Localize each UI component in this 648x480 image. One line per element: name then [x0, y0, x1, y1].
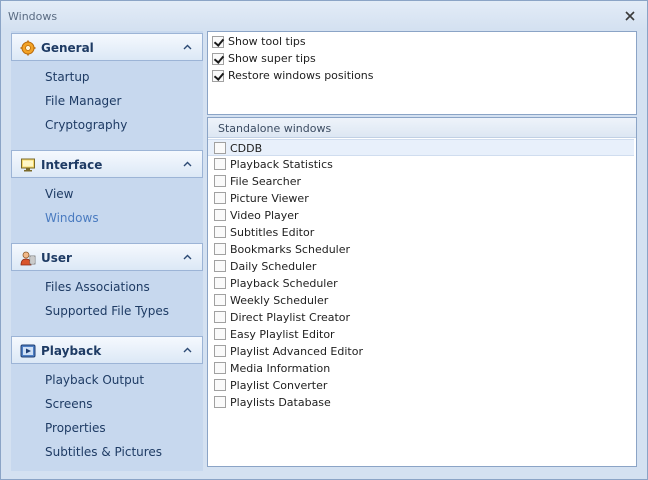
option-label: Show super tips: [228, 52, 316, 65]
checkbox[interactable]: [214, 328, 226, 340]
list-item[interactable]: File Searcher: [208, 173, 634, 190]
user-icon: [20, 251, 36, 266]
checkbox[interactable]: [214, 209, 226, 221]
checkbox[interactable]: [214, 260, 226, 272]
option-label: Show tool tips: [228, 35, 306, 48]
checkbox[interactable]: [214, 158, 226, 170]
gear-icon: [20, 40, 36, 56]
list-item[interactable]: Picture Viewer: [208, 190, 634, 207]
checkbox[interactable]: [214, 379, 226, 391]
chevron-up-icon[interactable]: [183, 254, 192, 260]
list-item-label: Playlist Converter: [230, 379, 328, 392]
list-item[interactable]: Subtitles Editor: [208, 224, 634, 241]
list-item[interactable]: Weekly Scheduler: [208, 292, 634, 309]
close-icon[interactable]: [623, 9, 637, 23]
checkbox[interactable]: [212, 53, 224, 65]
list-item[interactable]: Daily Scheduler: [208, 258, 634, 275]
checkbox[interactable]: [214, 175, 226, 187]
sidebar-item-cryptography[interactable]: Cryptography: [45, 118, 127, 134]
checkbox[interactable]: [214, 311, 226, 323]
list-item[interactable]: Easy Playlist Editor: [208, 326, 634, 343]
checkbox[interactable]: [214, 142, 226, 154]
list-item[interactable]: CDDB: [208, 139, 634, 156]
sidebar-item-playback-output[interactable]: Playback Output: [45, 373, 144, 389]
general-options-panel: Show tool tips Show super tips Restore w…: [207, 31, 637, 115]
sidebar-item-subtitles-pictures[interactable]: Subtitles & Pictures: [45, 445, 162, 461]
standalone-windows-panel: Standalone windows CDDB Playback Statist…: [207, 117, 637, 467]
group-user-label: User: [41, 251, 72, 265]
checkbox[interactable]: [214, 396, 226, 408]
list-item[interactable]: Playback Scheduler: [208, 275, 634, 292]
group-interface-label: Interface: [41, 158, 103, 172]
list-item[interactable]: Video Player: [208, 207, 634, 224]
list-item-label: Playback Scheduler: [230, 277, 338, 290]
playback-icon: [20, 344, 36, 358]
standalone-windows-header: Standalone windows: [208, 118, 636, 138]
checkbox[interactable]: [212, 36, 224, 48]
checkbox[interactable]: [214, 243, 226, 255]
group-general-label: General: [41, 41, 94, 55]
list-item-label: Playlists Database: [230, 396, 331, 409]
group-user-header[interactable]: User: [11, 243, 203, 271]
checkbox[interactable]: [214, 226, 226, 238]
list-item[interactable]: Bookmarks Scheduler: [208, 241, 634, 258]
monitor-icon: [21, 158, 35, 172]
list-item[interactable]: Playlist Advanced Editor: [208, 343, 634, 360]
window-title: Windows: [8, 10, 58, 23]
sidebar-item-startup[interactable]: Startup: [45, 70, 90, 86]
group-general-header[interactable]: General: [11, 33, 203, 61]
title-bar: Windows: [1, 1, 647, 29]
list-item-label: Subtitles Editor: [230, 226, 315, 239]
list-item[interactable]: Media Information: [208, 360, 634, 377]
sidebar-item-screens[interactable]: Screens: [45, 397, 93, 413]
sidebar-item-supported-file-types[interactable]: Supported File Types: [45, 304, 169, 320]
sidebar-item-properties[interactable]: Properties: [45, 421, 106, 437]
list-item[interactable]: Playlist Converter: [208, 377, 634, 394]
options-sidebar: General Startup File Manager Cryptograph…: [11, 31, 203, 471]
list-item-label: CDDB: [230, 142, 263, 155]
list-item-label: Video Player: [230, 209, 299, 222]
list-item-label: Media Information: [230, 362, 331, 375]
checkbox[interactable]: [212, 70, 224, 82]
checkbox[interactable]: [214, 277, 226, 289]
checkbox[interactable]: [214, 192, 226, 204]
list-item[interactable]: Playlists Database: [208, 394, 634, 411]
option-label: Restore windows positions: [228, 69, 374, 82]
chevron-up-icon[interactable]: [183, 44, 192, 50]
list-item-label: Direct Playlist Creator: [230, 311, 351, 324]
list-item-label: Bookmarks Scheduler: [230, 243, 351, 256]
standalone-windows-title: Standalone windows: [218, 122, 332, 135]
checkbox[interactable]: [214, 294, 226, 306]
list-item-label: File Searcher: [230, 175, 301, 188]
list-item-label: Picture Viewer: [230, 192, 309, 205]
list-item-label: Daily Scheduler: [230, 260, 317, 273]
sidebar-item-windows[interactable]: Windows: [45, 211, 99, 227]
list-item-label: Playlist Advanced Editor: [230, 345, 363, 358]
list-item[interactable]: Direct Playlist Creator: [208, 309, 634, 326]
chevron-up-icon[interactable]: [183, 161, 192, 167]
group-playback-label: Playback: [41, 344, 102, 358]
group-interface-header[interactable]: Interface: [11, 150, 203, 178]
list-item-label: Playback Statistics: [230, 158, 333, 171]
list-item-label: Easy Playlist Editor: [230, 328, 335, 341]
sidebar-item-files-associations[interactable]: Files Associations: [45, 280, 150, 296]
checkbox[interactable]: [214, 345, 226, 357]
chevron-up-icon[interactable]: [183, 347, 192, 353]
list-item[interactable]: Playback Statistics: [208, 156, 634, 173]
list-item-label: Weekly Scheduler: [230, 294, 329, 307]
sidebar-item-file-manager[interactable]: File Manager: [45, 94, 122, 110]
settings-window: Windows General Startup File Manager Cry…: [0, 0, 648, 480]
group-playback-header[interactable]: Playback: [11, 336, 203, 364]
checkbox[interactable]: [214, 362, 226, 374]
sidebar-item-view[interactable]: View: [45, 187, 73, 203]
